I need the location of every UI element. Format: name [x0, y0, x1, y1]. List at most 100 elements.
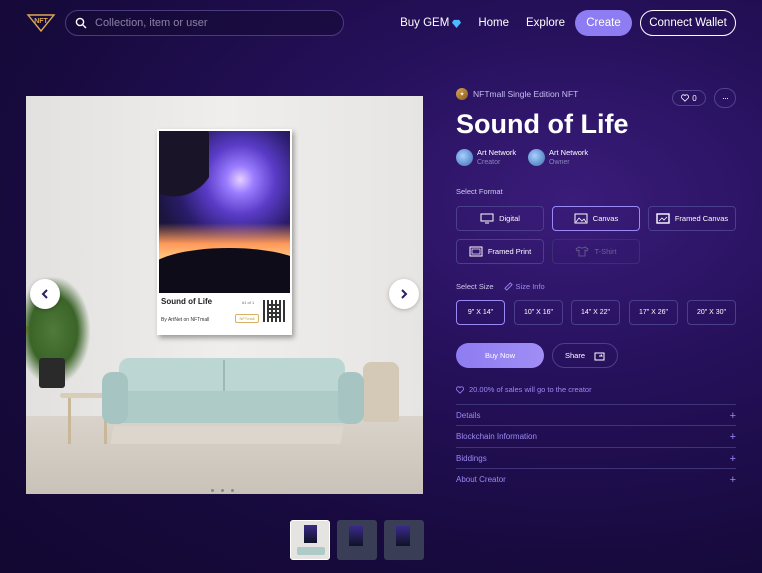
select-size-label: Select Size	[456, 282, 494, 291]
owner-info[interactable]: Art Network Owner	[528, 148, 588, 166]
nav-buy-gem-label: Buy GEM	[400, 17, 450, 29]
heart-icon	[681, 94, 690, 102]
nftmall-badge-icon: ✦	[456, 88, 468, 100]
accordion-about-creator-label: About Creator	[456, 475, 506, 484]
nav-buy-gem[interactable]: Buy GEM	[400, 17, 462, 29]
like-count: 0	[692, 93, 697, 103]
sofa-seat	[106, 391, 356, 423]
size-option[interactable]: 14" X 22"	[571, 300, 620, 325]
size-info-label: Size Info	[515, 282, 545, 291]
thumbnail-1[interactable]	[290, 520, 330, 560]
side-table-leg	[68, 398, 71, 444]
format-framed-print-label: Framed Print	[487, 247, 532, 256]
format-framed-print[interactable]: Framed Print	[456, 239, 544, 264]
format-canvas[interactable]: Canvas	[552, 206, 640, 231]
thumb-sofa	[297, 547, 325, 555]
chair	[363, 362, 399, 422]
accordion-biddings-label: Biddings	[456, 454, 487, 463]
art-hill	[159, 248, 290, 293]
buy-now-button[interactable]: Buy Now	[456, 343, 544, 368]
select-format-label: Select Format	[456, 187, 503, 196]
size-option[interactable]: 10" X 16"	[514, 300, 563, 325]
chevron-right-icon	[401, 289, 408, 299]
qr-code	[263, 300, 285, 322]
accordion-details[interactable]: Details +	[456, 404, 736, 426]
connect-wallet-button[interactable]: Connect Wallet	[640, 10, 736, 36]
prev-image-button[interactable]	[30, 279, 60, 309]
ruler-icon	[503, 282, 513, 291]
sofa-arm	[102, 372, 128, 424]
svg-text:NFT: NFT	[34, 18, 48, 25]
edition-text: NFTmall Single Edition NFT	[473, 89, 579, 99]
thumb-art	[396, 526, 410, 546]
chevron-left-icon	[41, 289, 48, 299]
format-digital-label: Digital	[499, 214, 520, 223]
avatar	[528, 148, 545, 166]
nav-explore[interactable]: Explore	[526, 17, 565, 29]
rug	[110, 426, 344, 444]
thumbnail-3[interactable]	[384, 520, 424, 560]
like-button[interactable]: 0	[672, 90, 706, 106]
plus-icon: +	[729, 430, 736, 443]
frame-logo: NFTmall	[235, 314, 259, 323]
thumbnail-2[interactable]	[337, 520, 377, 560]
format-framed-canvas-label: Framed Canvas	[674, 214, 729, 223]
carousel-dot[interactable]	[231, 489, 234, 492]
carousel-dot[interactable]	[221, 489, 224, 492]
thumbnail-strip	[290, 520, 424, 560]
artwork-viewer: Sound of Life #1 of 1 By ArtNet on NFTma…	[26, 96, 423, 494]
accordion-about-creator[interactable]: About Creator +	[456, 468, 736, 490]
owner-role: Owner	[549, 159, 570, 166]
format-framed-canvas[interactable]: Framed Canvas	[648, 206, 736, 231]
heart-icon	[456, 385, 464, 394]
edition-label: ✦ NFTmall Single Edition NFT	[456, 88, 578, 100]
select-size-row: Select Size Size Info	[456, 282, 545, 291]
plus-icon: +	[729, 452, 736, 465]
next-image-button[interactable]	[389, 279, 419, 309]
thumb-art	[349, 526, 363, 546]
framed-print-icon	[469, 246, 483, 257]
art-tree	[159, 131, 209, 251]
more-options-button[interactable]: ···	[714, 88, 736, 108]
nft-title: Sound of Life	[456, 109, 629, 139]
framed-canvas-icon	[656, 213, 670, 224]
plus-icon: +	[729, 409, 736, 422]
carousel-dots	[211, 489, 234, 492]
carousel-dot[interactable]	[211, 489, 214, 492]
plus-icon: +	[729, 473, 736, 486]
tshirt-icon	[575, 246, 589, 257]
creator-name: Art Network	[477, 148, 517, 157]
size-info-link[interactable]: Size Info	[503, 282, 545, 291]
size-option[interactable]: 17" X 26"	[629, 300, 678, 325]
canvas-icon	[574, 213, 588, 224]
size-option[interactable]: 20" X 30"	[687, 300, 736, 325]
creator-role: Creator	[477, 159, 501, 166]
canvas-frame: Sound of Life #1 of 1 By ArtNet on NFTma…	[157, 129, 292, 335]
nav-home[interactable]: Home	[478, 17, 509, 29]
frame-caption-title: Sound of Life	[161, 297, 213, 306]
share-button[interactable]: Share	[552, 343, 618, 368]
nft-logo[interactable]: NFT	[26, 11, 56, 33]
artwork-image	[159, 131, 290, 293]
format-tshirt-label: T-Shirt	[594, 247, 617, 256]
accordion-blockchain-information[interactable]: Blockchain Information +	[456, 425, 736, 447]
royalty-note: 20.00% of sales will go to the creator	[456, 385, 592, 394]
format-digital[interactable]: Digital	[456, 206, 544, 231]
owner-name: Art Network	[549, 148, 589, 157]
gem-icon	[452, 19, 462, 28]
create-button[interactable]: Create	[575, 10, 632, 36]
search-icon	[75, 17, 87, 29]
creator-info[interactable]: Art Network Creator	[456, 148, 516, 166]
search-bar[interactable]	[65, 10, 344, 36]
accordion-details-label: Details	[456, 411, 481, 420]
share-icon	[594, 352, 605, 360]
size-option[interactable]: 9" X 14"	[456, 300, 505, 325]
accordion-biddings[interactable]: Biddings +	[456, 447, 736, 469]
frame-caption-edition: #1 of 1	[242, 300, 255, 305]
thumb-art	[304, 525, 317, 543]
avatar	[456, 148, 473, 166]
format-tshirt[interactable]: T-Shirt	[552, 239, 640, 264]
royalty-text: 20.00% of sales will go to the creator	[469, 385, 592, 394]
search-input[interactable]	[95, 17, 335, 29]
frame-caption-by: By ArtNet on NFTmall	[161, 317, 210, 323]
